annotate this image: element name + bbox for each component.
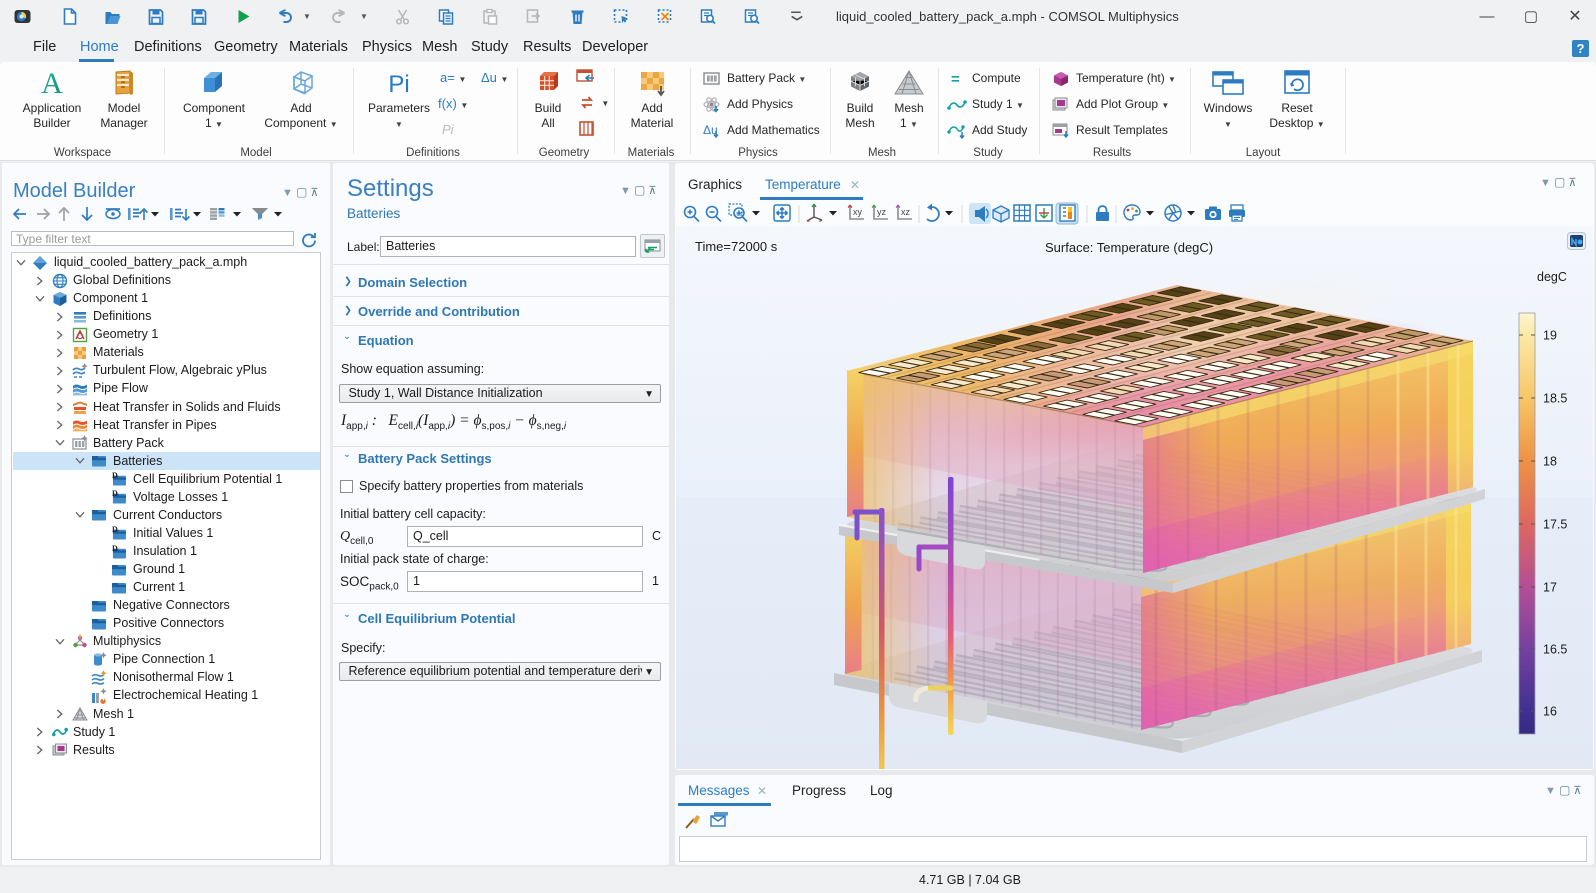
svg-text:17.5: 17.5 (1543, 518, 1567, 532)
svg-text:yz: yz (877, 207, 887, 217)
svg-text:16: 16 (1543, 705, 1557, 719)
svg-text:17: 17 (1543, 581, 1557, 595)
svg-text:18: 18 (1543, 455, 1557, 469)
svg-text:xz: xz (901, 207, 911, 217)
svg-text:A: A (41, 68, 63, 98)
svg-text:19: 19 (1543, 329, 1557, 343)
svg-text:Pi: Pi (388, 71, 409, 98)
svg-text:18.5: 18.5 (1543, 392, 1567, 406)
svg-text:xy: xy (853, 207, 863, 217)
svg-text:16.5: 16.5 (1543, 643, 1567, 657)
